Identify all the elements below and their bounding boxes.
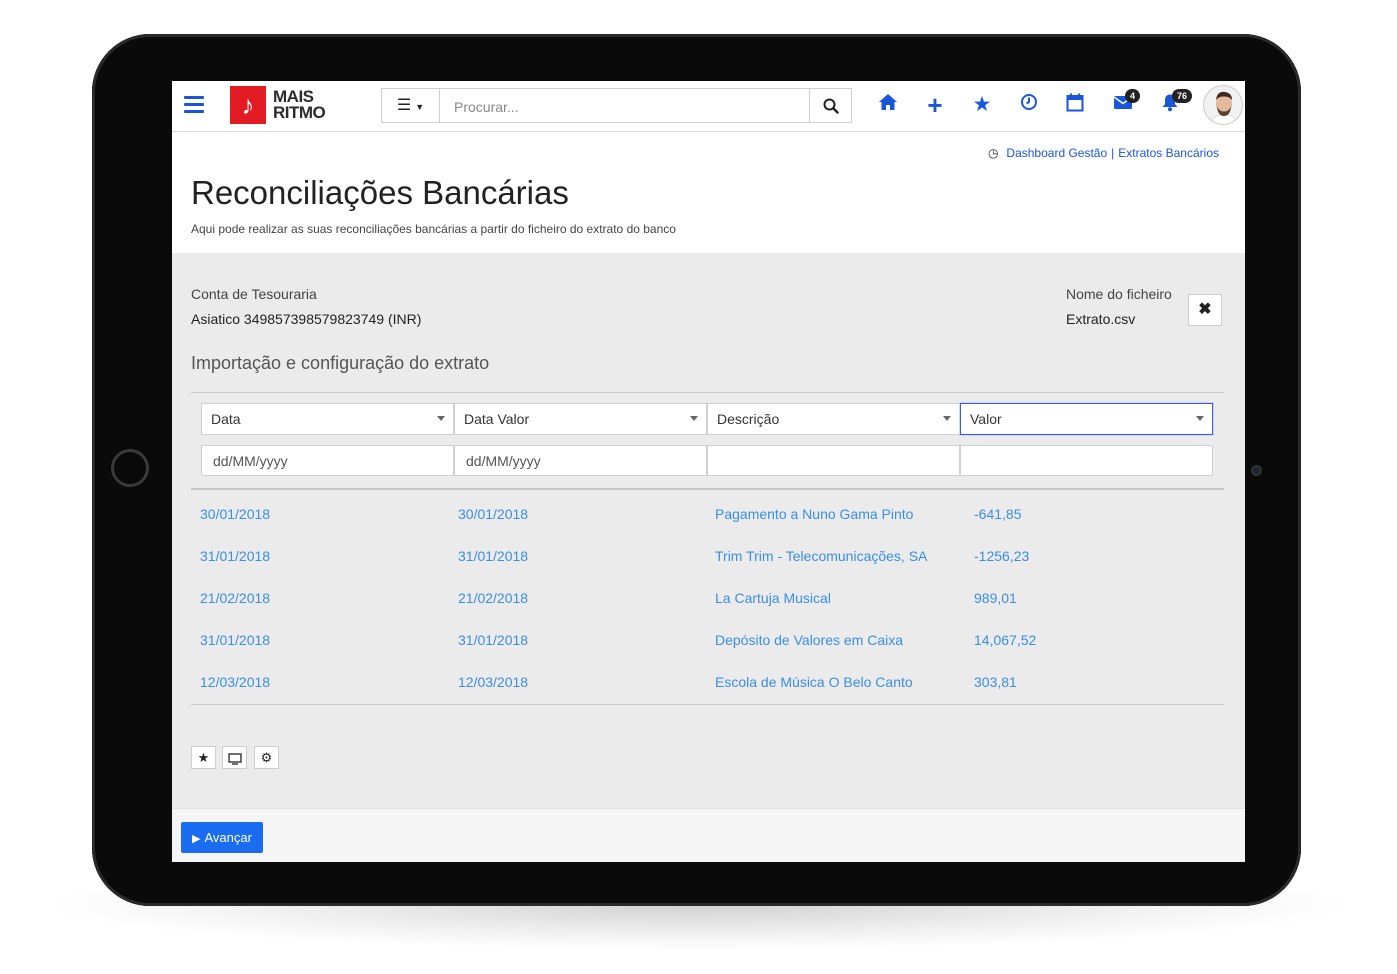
table-bottom-divider: [191, 704, 1224, 705]
notifications-badge: 76: [1172, 89, 1193, 103]
tablet-camera: [1251, 465, 1262, 476]
page-subtitle: Aqui pode realizar as suas reconciliaçõe…: [191, 222, 676, 236]
logo-line-2: RITMO: [273, 103, 326, 122]
page-footer: ▶ Avançar: [172, 808, 1245, 862]
home-icon[interactable]: [876, 93, 900, 117]
search-scope-dropdown[interactable]: ☰ ▼: [382, 89, 440, 122]
hamburger-menu-icon[interactable]: [184, 96, 204, 114]
cell-amount: 989,01: [974, 590, 1017, 606]
plus-icon[interactable]: +: [923, 92, 947, 118]
breadcrumb: ◷ Dashboard Gestão | Extratos Bancários: [988, 146, 1219, 160]
cell-amount: 14,067,52: [974, 632, 1037, 648]
cell-amount: -1256,23: [974, 548, 1030, 564]
play-icon: ▶: [192, 833, 201, 845]
history-clock-icon: ◷: [987, 146, 999, 160]
cell-date: 30/01/2018: [200, 506, 271, 522]
advance-button-label: Avançar: [204, 830, 252, 845]
cell-value-date: 12/03/2018: [458, 674, 529, 690]
user-avatar[interactable]: [1203, 85, 1243, 125]
cell-description: Depósito de Valores em Caixa: [715, 632, 904, 648]
breadcrumb-link-dashboard[interactable]: Dashboard Gestão: [1006, 146, 1107, 160]
cell-date: 31/01/2018: [200, 548, 271, 564]
breadcrumb-separator: |: [1111, 146, 1115, 160]
section-title: Importação e configuração do extrato: [191, 353, 490, 373]
cell-description: La Cartuja Musical: [715, 590, 831, 606]
cell-date: 31/01/2018: [200, 632, 271, 648]
column-format-input-4[interactable]: [960, 445, 1213, 476]
messages-badge: 4: [1125, 89, 1141, 103]
logo-text: MAIS RITMO: [273, 88, 326, 122]
cell-description: Trim Trim - Telecomunicações, SA: [715, 548, 928, 564]
caret-down-icon: [943, 416, 951, 421]
column-format-input-2[interactable]: [454, 445, 707, 476]
cell-date: 12/03/2018: [200, 674, 271, 690]
cell-amount: 303,81: [974, 674, 1017, 690]
app-screen: ♪ MAIS RITMO ☰▼ + ★ 4: [172, 81, 1245, 862]
cell-value-date: 21/02/2018: [458, 590, 529, 606]
cell-date: 21/02/2018: [200, 590, 271, 606]
display-button[interactable]: [222, 746, 247, 769]
page-title: Reconciliações Bancárias: [191, 174, 569, 211]
monitor-icon: [227, 752, 242, 765]
account-value: Asiatico 349857398579823749 (INR): [191, 311, 422, 327]
column-mapping-value: Descrição: [717, 411, 780, 427]
breadcrumb-link-extratos[interactable]: Extratos Bancários: [1118, 146, 1219, 160]
search-bar: ☰ ▼: [381, 88, 852, 124]
column-mapping-value: Data: [211, 411, 241, 427]
cell-description: Escola de Música O Belo Canto: [715, 674, 913, 690]
column-mapping-select-4[interactable]: Valor: [960, 403, 1213, 435]
account-label: Conta de Tesouraria: [191, 286, 317, 302]
cell-value-date: 31/01/2018: [458, 548, 529, 564]
cell-value-date: 30/01/2018: [458, 506, 529, 522]
column-mapping-select-1[interactable]: Data: [201, 403, 454, 435]
bell-icon[interactable]: 76: [1158, 89, 1193, 117]
caret-down-icon: [437, 416, 445, 421]
caret-down-icon: [690, 416, 698, 421]
cell-value-date: 31/01/2018: [458, 632, 529, 648]
logo-mark: ♪: [230, 86, 266, 124]
column-mapping-value: Valor: [970, 411, 1002, 427]
section-divider: [191, 392, 1224, 393]
file-name-label: Nome do ficheiro: [1066, 286, 1172, 302]
column-format-input-1[interactable]: [201, 445, 454, 476]
star-icon: ★: [197, 750, 210, 765]
column-mapping-select-2[interactable]: Data Valor: [454, 403, 707, 435]
close-icon: ✖: [1198, 301, 1212, 318]
column-mapping-value: Data Valor: [464, 411, 530, 427]
star-icon[interactable]: ★: [970, 93, 994, 117]
clock-icon[interactable]: [1017, 93, 1041, 117]
search-button[interactable]: [809, 89, 851, 122]
envelope-icon[interactable]: 4: [1111, 89, 1141, 117]
cell-description: Pagamento a Nuno Gama Pinto: [715, 506, 914, 522]
top-navbar: ♪ MAIS RITMO ☰▼ + ★ 4: [172, 81, 1245, 132]
caret-down-icon: [1196, 416, 1204, 421]
search-input[interactable]: [452, 89, 806, 124]
settings-button[interactable]: ⚙: [254, 746, 279, 769]
cell-amount: -641,85: [974, 506, 1022, 522]
table-top-divider: [191, 488, 1224, 490]
file-name-value: Extrato.csv: [1066, 311, 1136, 327]
favorite-button[interactable]: ★: [191, 746, 216, 769]
list-icon: ☰: [396, 97, 412, 114]
tablet-home-button: [111, 449, 149, 487]
column-format-input-3[interactable]: [707, 445, 960, 476]
advance-button[interactable]: ▶ Avançar: [181, 822, 263, 853]
calendar-icon[interactable]: [1063, 93, 1087, 117]
gear-icon: ⚙: [260, 750, 273, 765]
caret-down-icon: ▼: [415, 102, 425, 112]
search-icon: [823, 98, 839, 114]
page-header: ◷ Dashboard Gestão | Extratos Bancários Rec…: [172, 132, 1245, 253]
remove-file-button[interactable]: ✖: [1188, 294, 1222, 326]
column-mapping-select-3[interactable]: Descrição: [707, 403, 960, 435]
